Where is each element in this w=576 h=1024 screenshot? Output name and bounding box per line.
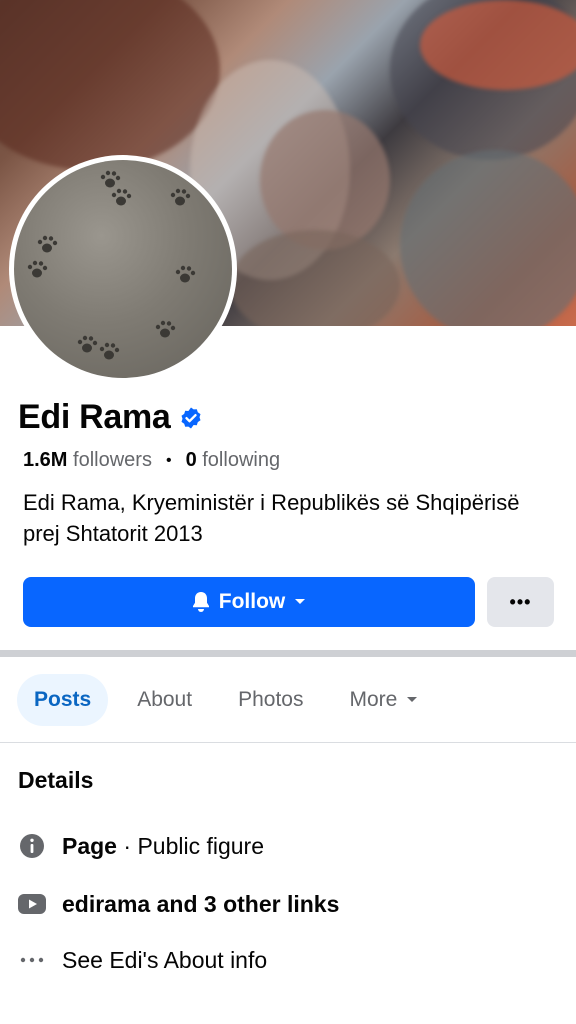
tab-more[interactable]: More [332, 674, 436, 726]
follow-button[interactable]: Follow [23, 577, 475, 627]
profile-bio: Edi Rama, Kryeministër i Republikës së S… [23, 490, 520, 546]
section-divider [0, 650, 576, 657]
more-options-button[interactable]: ••• [487, 577, 554, 627]
tab-about[interactable]: About [120, 674, 209, 726]
paw-print-icon [27, 260, 48, 278]
paw-print-icon [155, 320, 176, 338]
page-separator: · [116, 832, 138, 859]
more-dots-icon [18, 946, 46, 974]
more-dots-icon: ••• [509, 591, 532, 612]
bell-icon [192, 592, 209, 612]
profile-tabs: Posts About Photos More [0, 672, 576, 728]
info-icon [18, 832, 46, 860]
paw-print-icon [99, 342, 120, 360]
profile-avatar[interactable] [9, 155, 237, 383]
paw-print-icon [175, 265, 196, 283]
detail-about-info[interactable]: See Edi's About info [18, 946, 267, 974]
youtube-icon [18, 890, 46, 918]
profile-stats: 1.6M followers • 0 following [23, 449, 280, 472]
tab-posts[interactable]: Posts [17, 674, 109, 726]
avatar-image [14, 160, 232, 378]
chevron-down-icon [407, 697, 418, 702]
detail-links[interactable]: edirama and 3 other links [18, 890, 339, 918]
details-heading: Details [18, 767, 94, 793]
page-label: Page [62, 832, 117, 859]
following-stat[interactable]: 0 following [186, 449, 281, 472]
profile-name: Edi Rama [18, 398, 171, 436]
stats-separator: • [165, 451, 172, 469]
paw-print-icon [100, 170, 121, 188]
verified-badge-icon [181, 407, 201, 428]
paw-print-icon [111, 188, 132, 206]
chevron-down-icon [295, 599, 306, 604]
profile-name-row: Edi Rama [18, 398, 203, 437]
tabs-divider [0, 742, 576, 743]
about-info-text: See Edi's About info [62, 946, 268, 973]
paw-print-icon [37, 235, 58, 253]
follow-label: Follow [218, 590, 286, 613]
paw-print-icon [170, 188, 191, 206]
tab-photos[interactable]: Photos [221, 674, 320, 726]
page-category: Public figure [137, 832, 265, 859]
links-text: edirama and 3 other links [62, 890, 340, 917]
followers-stat[interactable]: 1.6M followers [23, 449, 152, 472]
detail-page-category: Page · Public figure [18, 832, 264, 860]
paw-print-icon [77, 335, 98, 353]
